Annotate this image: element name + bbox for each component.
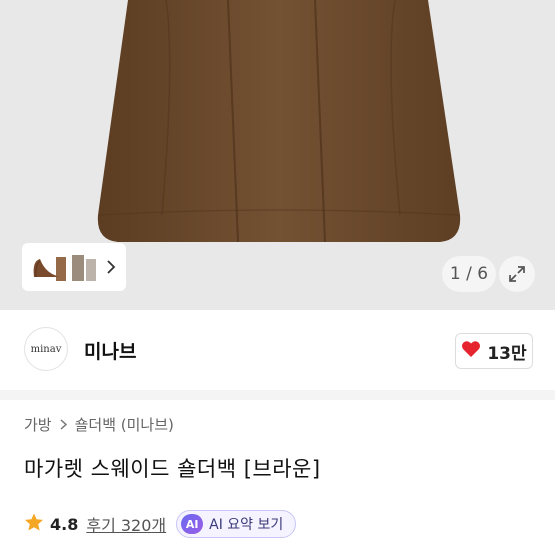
- heart-icon: [461, 340, 481, 363]
- image-counter: 1 / 6: [442, 256, 496, 292]
- store-row[interactable]: minav 미나브 13만: [0, 310, 555, 390]
- star-icon: [24, 513, 44, 536]
- rating-value: 4.8: [50, 514, 79, 534]
- like-count: 13만: [487, 343, 527, 364]
- product-title: 마가렛 스웨이드 숄더백 [브라운]: [24, 457, 321, 481]
- breadcrumb-subcategory[interactable]: 숄더백 (미나브): [75, 414, 174, 435]
- thumbnail-image[interactable]: [70, 247, 100, 287]
- expand-icon[interactable]: [499, 256, 535, 292]
- like-button[interactable]: 13만: [455, 333, 533, 369]
- chevron-right-icon: [60, 416, 67, 434]
- section-divider: [0, 390, 555, 400]
- breadcrumb-category[interactable]: 가방: [24, 414, 52, 435]
- review-link[interactable]: 후기 320개: [86, 512, 166, 536]
- thumbnail-image[interactable]: [26, 247, 70, 287]
- breadcrumb: 가방 숄더백 (미나브): [24, 414, 174, 435]
- store-name[interactable]: 미나브: [84, 337, 136, 364]
- ai-summary-button[interactable]: AI AI 요약 보기: [176, 510, 297, 538]
- rating-row: 4.8 후기 320개 AI AI 요약 보기: [24, 510, 297, 538]
- ai-summary-label: AI 요약 보기: [209, 517, 284, 533]
- store-logo[interactable]: minav: [24, 327, 68, 371]
- thumbnail-strip[interactable]: [22, 243, 126, 291]
- ai-badge-icon: AI: [181, 514, 204, 534]
- chevron-right-icon[interactable]: [100, 247, 122, 287]
- product-image-gallery[interactable]: 1 / 6: [0, 0, 555, 310]
- store-logo-text: minav: [30, 343, 62, 355]
